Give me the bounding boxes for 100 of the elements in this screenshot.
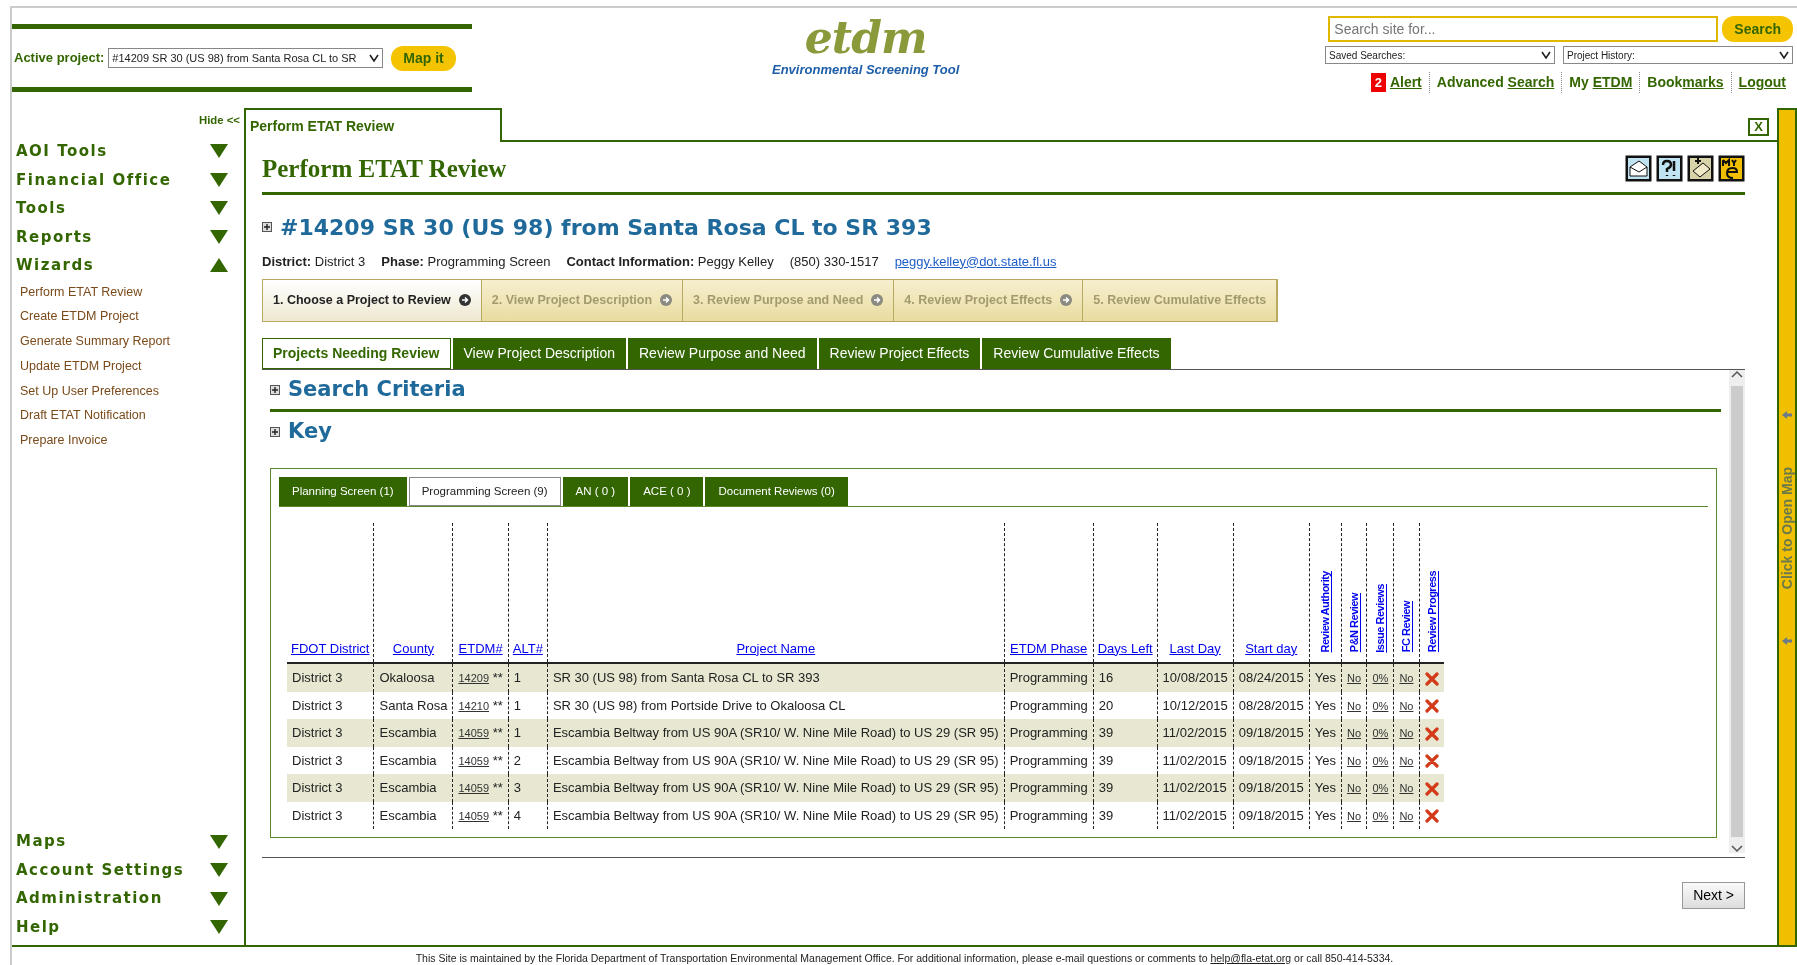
- delete-x-icon[interactable]: [1424, 754, 1439, 769]
- scrollbar[interactable]: [1729, 369, 1745, 853]
- column-header[interactable]: Review Progress: [1423, 571, 1441, 653]
- scroll-down-icon[interactable]: [1731, 844, 1743, 853]
- column-header[interactable]: ETDM#: [458, 640, 503, 656]
- expand-triangle-icon[interactable]: [210, 863, 228, 877]
- review-link[interactable]: No: [1347, 754, 1362, 767]
- sidebar-item[interactable]: Update ETDM Project: [16, 353, 228, 379]
- etdm-link[interactable]: 14059: [458, 727, 489, 739]
- review-link[interactable]: 0%: [1372, 699, 1389, 712]
- sidebar-section[interactable]: Wizards: [16, 254, 95, 277]
- review-link[interactable]: No: [1399, 809, 1414, 822]
- add-document-icon[interactable]: [1687, 155, 1714, 183]
- column-header[interactable]: Last Day: [1169, 640, 1221, 656]
- header-link[interactable]: marks: [1682, 74, 1724, 90]
- map-it-button[interactable]: Map it: [391, 45, 456, 71]
- column-header[interactable]: Issue Reviews: [1372, 583, 1389, 653]
- subtab[interactable]: Programming Screen (9): [408, 476, 561, 506]
- column-header[interactable]: Start day: [1245, 640, 1298, 656]
- column-header[interactable]: FC Review: [1398, 601, 1415, 653]
- subtab[interactable]: ACE ( 0 ): [630, 476, 704, 506]
- my-etdm-icon[interactable]: [1718, 155, 1745, 183]
- sidebar-item[interactable]: Prepare Invoice: [16, 428, 228, 453]
- project-dropdown[interactable]: #14209 SR 30 (US 98) from Santa Rosa CL to SR: [108, 48, 384, 68]
- sidebar-item[interactable]: Generate Summary Report: [16, 329, 228, 354]
- review-link[interactable]: No: [1399, 754, 1414, 767]
- dropdown[interactable]: Project History:: [1563, 46, 1793, 64]
- review-link[interactable]: No: [1347, 809, 1362, 822]
- subtab[interactable]: Document Reviews (0): [705, 476, 848, 506]
- review-link[interactable]: No: [1347, 699, 1362, 712]
- sidebar-section[interactable]: Tools: [16, 197, 67, 220]
- review-link[interactable]: 0%: [1372, 754, 1389, 767]
- tab[interactable]: Review Cumulative Effects: [982, 337, 1171, 369]
- sidebar-section[interactable]: Maps: [16, 830, 67, 853]
- expand-icon[interactable]: [270, 427, 280, 437]
- etdm-link[interactable]: 14210: [458, 699, 489, 712]
- section-heading[interactable]: Key: [288, 416, 332, 448]
- expand-triangle-icon[interactable]: [210, 201, 228, 216]
- tab[interactable]: Review Project Effects: [818, 337, 981, 369]
- expand-triangle-icon[interactable]: [210, 229, 228, 244]
- review-link[interactable]: 0%: [1372, 809, 1389, 822]
- subtab[interactable]: AN ( 0 ): [562, 476, 629, 506]
- subtab[interactable]: Planning Screen (1): [279, 476, 407, 506]
- expand-triangle-icon[interactable]: [210, 144, 228, 159]
- column-header[interactable]: FDOT District: [291, 640, 370, 656]
- sidebar-section[interactable]: Administration: [16, 887, 163, 910]
- email-link[interactable]: peggy.kelley@dot.state.fl.us: [894, 251, 1057, 271]
- collapse-triangle-icon[interactable]: [210, 258, 228, 273]
- column-header[interactable]: County: [392, 640, 435, 656]
- tab[interactable]: Review Purpose and Need: [628, 337, 817, 369]
- search-field[interactable]: Search site for...: [1328, 16, 1719, 42]
- column-header[interactable]: Project Name: [736, 640, 816, 656]
- alert-link[interactable]: Alert: [1389, 72, 1422, 93]
- etdm-link[interactable]: 14059: [458, 754, 489, 767]
- panel-tab[interactable]: Perform ETAT Review: [244, 108, 502, 142]
- etdm-link[interactable]: 14059: [458, 782, 489, 794]
- expand-icon[interactable]: [262, 222, 272, 232]
- delete-x-icon[interactable]: [1424, 781, 1439, 796]
- expand-triangle-icon[interactable]: [210, 834, 228, 849]
- header-link[interactable]: Logout: [1738, 74, 1786, 90]
- next-button[interactable]: Next >: [1682, 881, 1745, 909]
- review-link[interactable]: No: [1399, 699, 1414, 712]
- tab[interactable]: Projects Needing Review: [262, 337, 451, 369]
- column-header[interactable]: P&N Review: [1346, 593, 1363, 653]
- sidebar-section[interactable]: Help: [16, 915, 61, 939]
- sidebar-item[interactable]: Create ETDM Project: [16, 304, 228, 330]
- section-heading[interactable]: Search Criteria: [288, 373, 466, 406]
- scroll-up-icon[interactable]: [1731, 369, 1743, 378]
- column-header[interactable]: ETDM Phase: [1010, 640, 1088, 656]
- sidebar-item[interactable]: Set Up User Preferences: [16, 378, 228, 404]
- sidebar-section[interactable]: Reports: [16, 225, 93, 249]
- column-header[interactable]: Days Left: [1097, 640, 1153, 656]
- expand-triangle-icon[interactable]: [210, 172, 228, 187]
- header-link[interactable]: ETDM: [1592, 74, 1633, 90]
- dropdown[interactable]: Saved Searches:: [1325, 46, 1555, 64]
- expand-icon[interactable]: [270, 384, 280, 395]
- expand-triangle-icon[interactable]: [210, 891, 228, 906]
- hide-sidebar-link[interactable]: Hide <<: [198, 112, 244, 130]
- etdm-link[interactable]: 14059: [458, 809, 489, 822]
- help-icon[interactable]: [1656, 155, 1683, 183]
- sidebar-item[interactable]: Perform ETAT Review: [16, 279, 228, 305]
- delete-x-icon[interactable]: [1424, 699, 1439, 714]
- delete-x-icon[interactable]: [1424, 809, 1439, 824]
- delete-x-icon[interactable]: [1424, 726, 1439, 741]
- sidebar-section[interactable]: Financial Office: [16, 168, 172, 192]
- tab[interactable]: View Project Description: [452, 337, 626, 369]
- expand-triangle-icon[interactable]: [210, 920, 228, 934]
- sidebar-item[interactable]: Draft ETAT Notification: [16, 403, 228, 429]
- etdm-link[interactable]: 14209: [458, 672, 489, 684]
- column-header[interactable]: Review Authority: [1317, 571, 1334, 653]
- delete-x-icon[interactable]: [1424, 671, 1439, 686]
- wizard-step[interactable]: 1. Choose a Project to Review: [263, 280, 482, 321]
- footer-email-link[interactable]: help@fla-etat.org: [1210, 952, 1292, 965]
- envelope-icon[interactable]: [1625, 155, 1652, 183]
- close-button[interactable]: X: [1748, 117, 1769, 136]
- header-link[interactable]: Search: [1507, 74, 1555, 90]
- column-header[interactable]: ALT#: [512, 640, 543, 656]
- sidebar-section[interactable]: Account Settings: [16, 858, 185, 882]
- sidebar-section[interactable]: AOI Tools: [16, 140, 108, 163]
- search-button[interactable]: Search: [1722, 16, 1793, 42]
